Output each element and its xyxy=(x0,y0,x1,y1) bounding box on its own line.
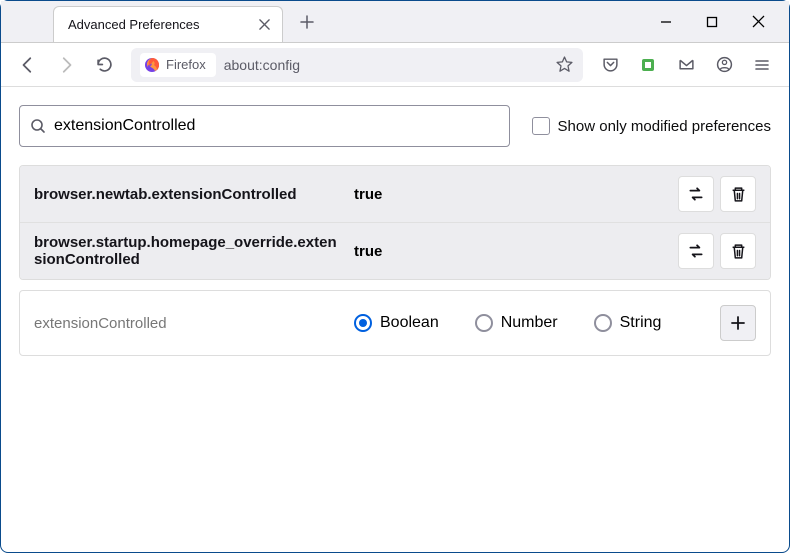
account-icon[interactable] xyxy=(707,48,741,82)
radio-boolean[interactable]: Boolean xyxy=(354,314,439,332)
maximize-button[interactable] xyxy=(703,13,721,31)
url-text: about:config xyxy=(224,57,300,73)
preferences-table: browser.newtab.extensionControlled true … xyxy=(19,165,771,280)
checkbox-icon xyxy=(532,117,550,135)
firefox-icon xyxy=(144,57,160,73)
modified-only-checkbox[interactable]: Show only modified preferences xyxy=(532,117,771,135)
add-pref-button[interactable] xyxy=(720,305,756,341)
new-tab-button[interactable] xyxy=(293,8,321,36)
tab-title: Advanced Preferences xyxy=(68,17,200,32)
pref-value: true xyxy=(354,186,672,203)
back-button[interactable] xyxy=(11,48,45,82)
search-row: Show only modified preferences xyxy=(19,105,771,147)
toggle-button[interactable] xyxy=(678,176,714,212)
pref-row[interactable]: browser.newtab.extensionControlled true xyxy=(20,166,770,222)
window-titlebar: Advanced Preferences xyxy=(1,1,789,43)
close-tab-icon[interactable] xyxy=(256,16,272,32)
minimize-button[interactable] xyxy=(657,13,675,31)
forward-button[interactable] xyxy=(49,48,83,82)
close-button[interactable] xyxy=(749,13,767,31)
radio-number[interactable]: Number xyxy=(475,314,558,332)
modified-only-label: Show only modified preferences xyxy=(558,118,771,135)
new-pref-row: extensionControlled Boolean Number Strin… xyxy=(19,290,771,356)
extension-icon[interactable] xyxy=(631,48,665,82)
type-radio-group: Boolean Number String xyxy=(354,314,720,332)
search-input[interactable] xyxy=(54,117,499,135)
browser-tab[interactable]: Advanced Preferences xyxy=(53,6,283,42)
pocket-icon[interactable] xyxy=(593,48,627,82)
pref-name: browser.newtab.extensionControlled xyxy=(34,186,354,203)
window-controls xyxy=(657,13,789,31)
inbox-icon[interactable] xyxy=(669,48,703,82)
identity-label: Firefox xyxy=(166,57,206,72)
radio-icon xyxy=(475,314,493,332)
reload-button[interactable] xyxy=(87,48,121,82)
pref-value: true xyxy=(354,243,672,260)
delete-button[interactable] xyxy=(720,233,756,269)
preference-search-box[interactable] xyxy=(19,105,510,147)
search-icon xyxy=(30,118,46,134)
address-bar[interactable]: Firefox about:config xyxy=(131,48,583,82)
menu-button[interactable] xyxy=(745,48,779,82)
radio-icon xyxy=(354,314,372,332)
nav-toolbar: Firefox about:config xyxy=(1,43,789,87)
bookmark-star-icon[interactable] xyxy=(554,55,574,75)
radio-label: String xyxy=(620,314,662,332)
pref-row[interactable]: browser.startup.homepage_override.extens… xyxy=(20,222,770,279)
new-pref-name: extensionControlled xyxy=(34,315,354,332)
radio-icon xyxy=(594,314,612,332)
page-content: Show only modified preferences browser.n… xyxy=(1,87,789,374)
toggle-button[interactable] xyxy=(678,233,714,269)
delete-button[interactable] xyxy=(720,176,756,212)
radio-string[interactable]: String xyxy=(594,314,662,332)
pref-name: browser.startup.homepage_override.extens… xyxy=(34,234,354,268)
radio-label: Boolean xyxy=(380,314,439,332)
radio-label: Number xyxy=(501,314,558,332)
identity-box[interactable]: Firefox xyxy=(140,53,216,77)
